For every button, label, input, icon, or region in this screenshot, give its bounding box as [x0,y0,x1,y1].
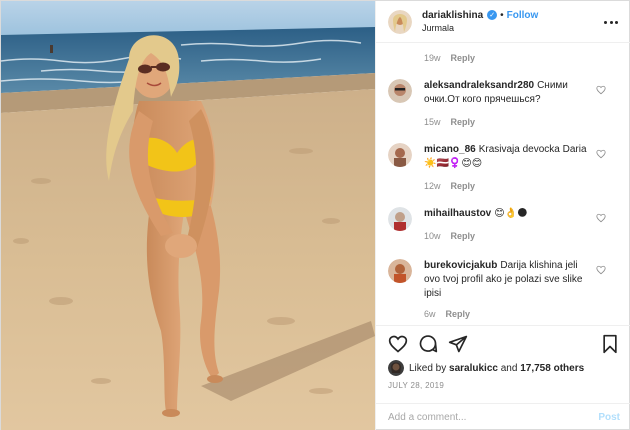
commenter-avatar[interactable] [388,79,412,103]
beach-photo [1,1,375,430]
like-comment-heart-icon[interactable] [596,85,606,95]
comment-body: aleksandraleksandr280 Сними очки.От кого … [424,79,594,107]
commenter-avatar[interactable] [388,143,412,167]
comment-age: 12w [424,181,441,191]
header-separator: • [500,9,504,21]
post-photo[interactable] [1,1,375,430]
post-header: dariaklishina ✓ • Follow Jurmala [376,1,630,43]
more-horizontal-icon[interactable] [604,15,618,29]
reply-button[interactable]: Reply [446,309,471,319]
reply-button[interactable]: Reply [451,231,476,241]
comment-age: 6w [424,309,436,319]
paper-plane-icon[interactable] [448,334,468,354]
comment-text: 😊👌🌑 [494,208,528,219]
comment-meta: 10w Reply [424,231,475,241]
comment-meta: 6w Reply [424,309,470,319]
comment-age: 10w [424,231,441,241]
commenter-avatar[interactable] [388,207,412,231]
comment-body: micano_86 Krasivaja devocka Daria ☀️🇱🇻♀️😊… [424,143,594,171]
instagram-post: dariaklishina ✓ • Follow Jurmala 19w Repl… [0,0,630,430]
like-comment-heart-icon[interactable] [596,149,606,159]
like-comment-heart-icon[interactable] [596,213,606,223]
commenter-username[interactable]: micano_86 [424,144,476,155]
comment-meta: 19w Reply [424,53,475,63]
post-date: JULY 28, 2019 [388,381,445,390]
likes-others-count[interactable]: 17,758 others [520,363,584,374]
reply-button[interactable]: Reply [451,117,476,127]
likes-summary: Liked by saralukicc and 17,758 others [388,360,584,376]
follow-button[interactable]: Follow [507,9,539,22]
comments-list[interactable]: 19w Reply aleksandraleksandr280 Сними очки… [376,43,630,325]
liker-username[interactable]: saralukicc [449,363,498,374]
post-location[interactable]: Jurmala [422,22,538,35]
commenter-avatar[interactable] [388,259,412,283]
commenter-username[interactable]: aleksandraleksandr280 [424,80,534,91]
action-bar [388,334,468,354]
likes-prefix: Liked by [409,362,447,374]
likes-joiner: and [500,362,518,374]
liker-avatar[interactable] [388,360,404,376]
comment-body: mihailhaustov 😊👌🌑 [424,207,594,221]
add-comment-input[interactable] [388,412,599,423]
post-actions-section: Liked by saralukicc and 17,758 others JU… [376,325,630,403]
comment-age: 19w [424,53,441,63]
reply-button[interactable]: Reply [451,53,476,63]
commenter-username[interactable]: burekovicjakub [424,260,497,271]
reply-button[interactable]: Reply [451,181,476,191]
post-side-panel: dariaklishina ✓ • Follow Jurmala 19w Repl… [375,1,630,430]
comment-meta: 12w Reply [424,181,475,191]
verified-badge-icon: ✓ [487,10,498,20]
add-comment-bar: Post [376,403,630,430]
comment-meta: 15w Reply [424,117,475,127]
comment-body: burekovicjakub Darija klishina jeli ovo t… [424,259,594,301]
post-comment-button[interactable]: Post [598,412,620,423]
bookmark-icon[interactable] [600,334,620,354]
author-avatar[interactable] [388,9,412,34]
comment-icon[interactable] [418,334,438,354]
like-comment-heart-icon[interactable] [596,265,606,275]
comment-age: 15w [424,117,441,127]
commenter-username[interactable]: mihailhaustov [424,208,491,219]
heart-icon[interactable] [388,334,408,354]
author-username[interactable]: dariaklishina [422,9,483,22]
